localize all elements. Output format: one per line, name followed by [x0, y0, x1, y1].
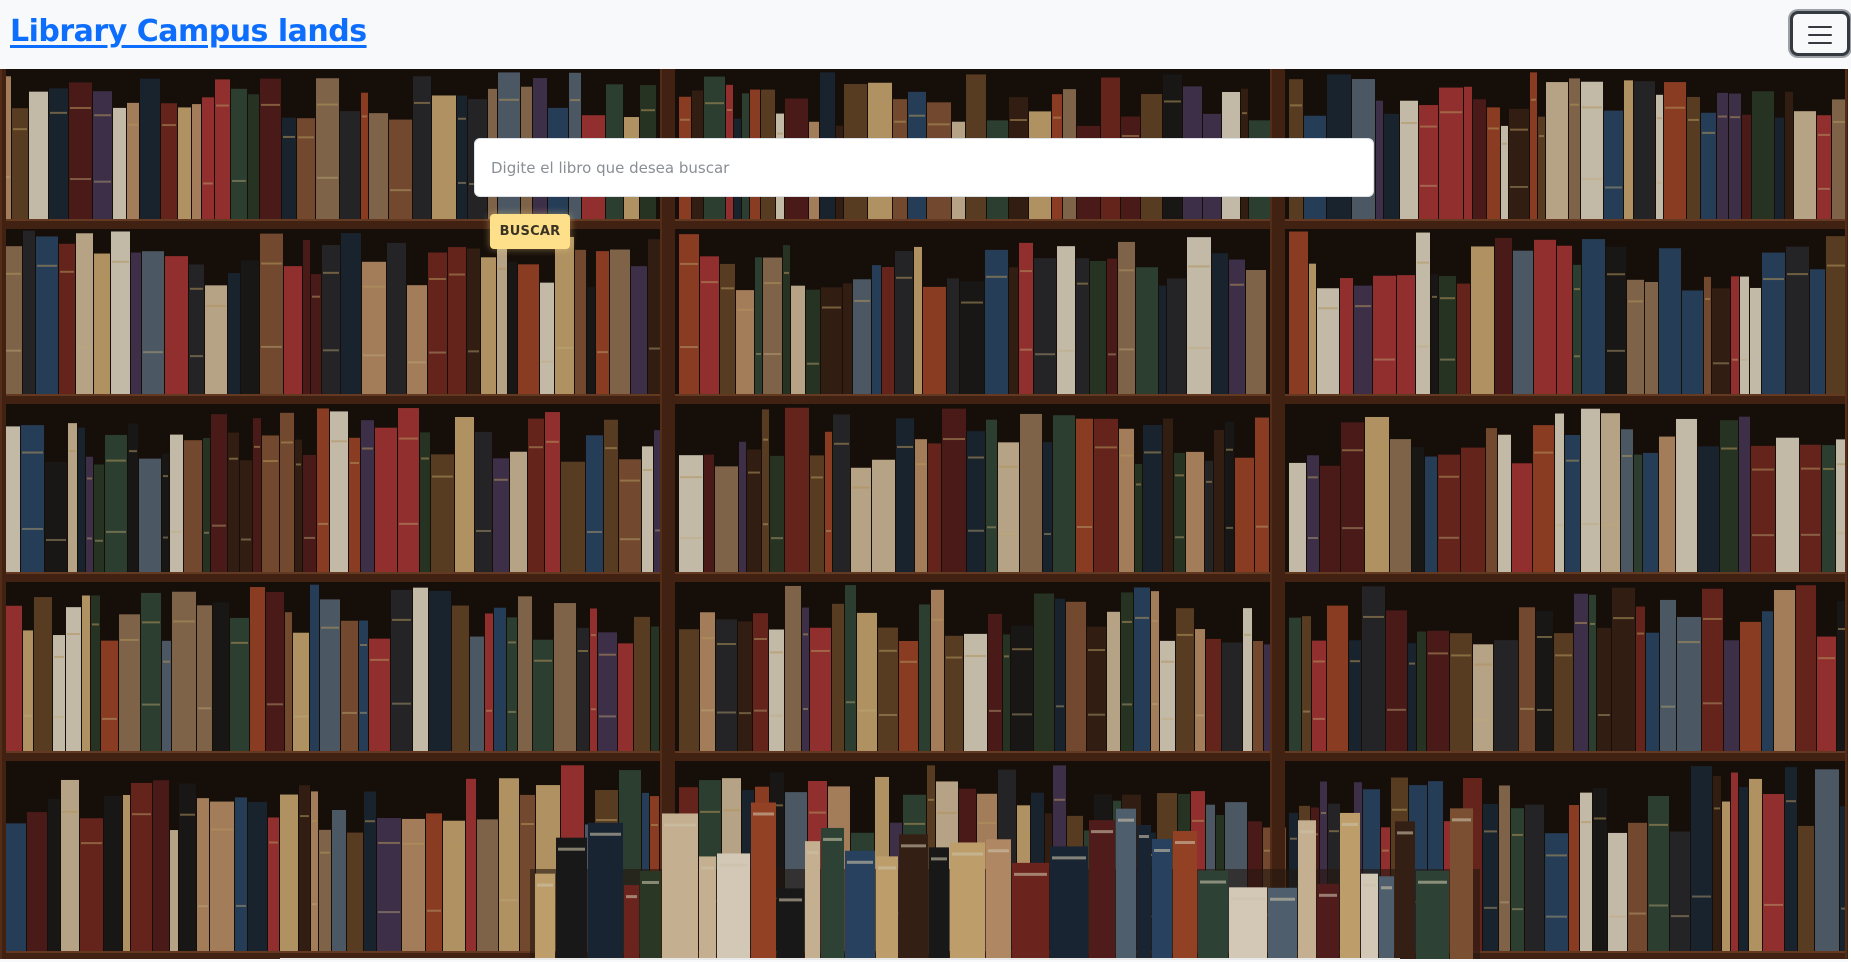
navbar: Library Campus lands: [0, 0, 1851, 69]
search-input[interactable]: [474, 138, 1374, 197]
bookshelf-image: [0, 69, 1851, 959]
brand-link[interactable]: Library Campus lands: [10, 14, 367, 49]
hamburger-menu-icon: [1808, 26, 1832, 44]
hero-bookshelf-background: [0, 69, 1851, 959]
navbar-toggler-button[interactable]: [1790, 11, 1850, 56]
divider: [280, 958, 1400, 960]
search-button[interactable]: BUSCAR: [490, 214, 570, 249]
